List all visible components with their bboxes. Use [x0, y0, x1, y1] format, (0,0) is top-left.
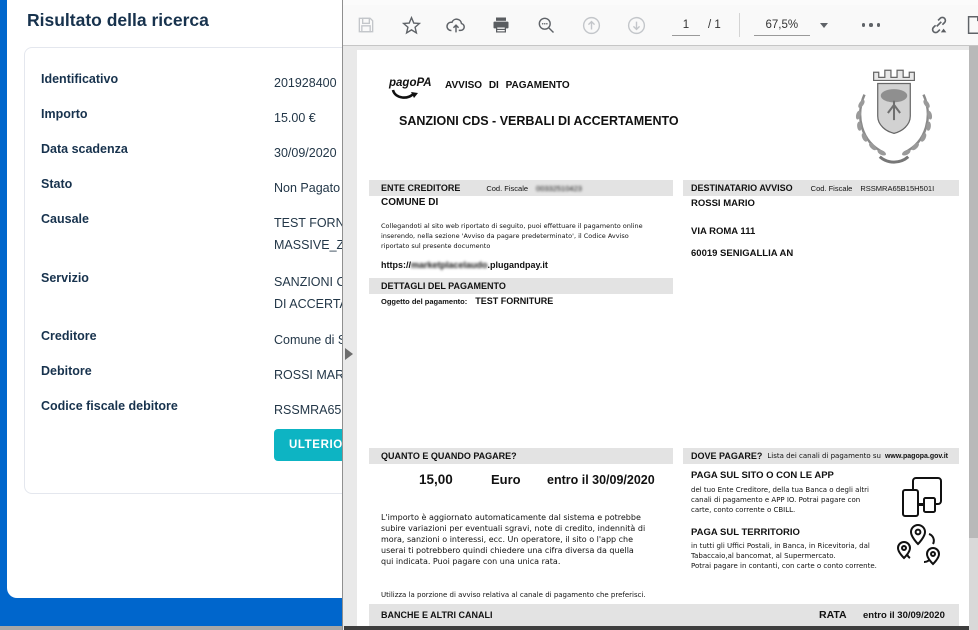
svg-text:pagoPA: pagoPA [388, 77, 432, 89]
toolbar-divider [739, 13, 740, 37]
paga-territorio-body: in tutti gli Uffici Postali, in Banca, i… [691, 541, 901, 571]
print-icon[interactable] [490, 14, 512, 36]
field-label: Servizio [41, 271, 274, 285]
destinatario-city: 60019 SENIGALLIA AN [691, 248, 793, 259]
oggetto-label: Oggetto del pagamento: [381, 297, 467, 306]
pdf-scrollbar-thumb[interactable] [969, 46, 978, 538]
field-label: Importo [41, 107, 274, 121]
field-value: Non Pagato [274, 177, 340, 199]
destinatario-cod-fiscale-value: RSSMRA65B15H501I [860, 184, 934, 193]
page-number-input[interactable]: 1 [672, 14, 700, 36]
section-bar-quanto: QUANTO E QUANDO PAGARE? [369, 448, 673, 464]
field-label: Creditore [41, 329, 274, 343]
pdf-toolbar: 1 / 1 67,5% [343, 5, 978, 46]
destinatario-name: ROSSI MARIO [691, 198, 755, 209]
search-icon[interactable] [535, 14, 557, 36]
rata-due-date: entro il 30/09/2020 [863, 610, 945, 621]
section-bar-dettagli: DETTAGLI DEL PAGAMENTO [369, 278, 673, 294]
pdf-next-section-edge [344, 626, 969, 630]
cod-fiscale-label: Cod. Fiscale [811, 184, 853, 193]
page-total-label: / 1 [708, 19, 721, 31]
pdf-scrollbar[interactable] [969, 46, 978, 630]
field-value: 30/09/2020 [274, 142, 337, 164]
section-label: DETTAGLI DEL PAGAMENTO [381, 281, 506, 291]
section-label: BANCHE E ALTRI CANALI [381, 610, 493, 620]
avviso-di-pagamento-label: AVVISO DI PAGAMENTO [445, 80, 570, 91]
destinatario-address: VIA ROMA 111 [691, 226, 755, 237]
field-label: Identificativo [41, 72, 274, 86]
window-bottom-edge [0, 626, 342, 630]
currency-label: Euro [491, 472, 521, 487]
due-date-label: entro il 30/09/2020 [547, 473, 655, 487]
more-options-icon[interactable] [862, 23, 881, 27]
ente-name: COMUNE DI [381, 197, 438, 208]
field-label: Codice fiscale debitore [41, 399, 274, 413]
section-label: QUANTO E QUANDO PAGARE? [381, 451, 517, 461]
section-bar-dove: DOVE PAGARE? Lista dei canali di pagamen… [683, 448, 959, 464]
oggetto-value: TEST FORNITURE [475, 296, 553, 306]
ente-instructions: Collegandoti al sito web riportato di se… [381, 221, 681, 251]
amount-value: 15,00 [419, 472, 453, 487]
pdf-page: pagoPA AVVISO DI PAGAMENTO SANZIONI CDS … [357, 50, 971, 626]
paga-territorio-title: PAGA SUL TERRITORIO [691, 527, 800, 538]
url-prefix: https:// [381, 260, 411, 270]
section-label: DESTINATARIO AVVISO [691, 183, 793, 193]
field-label: Stato [41, 177, 274, 191]
field-label: Data scadenza [41, 142, 274, 156]
bookmark-star-icon[interactable] [400, 14, 422, 36]
section-label: DOVE PAGARE? [691, 451, 762, 461]
share-link-icon[interactable] [928, 14, 950, 36]
cod-fiscale-label: Cod. Fiscale [486, 184, 528, 193]
previous-page-icon[interactable] [580, 14, 602, 36]
sidebar-expand-icon[interactable] [345, 348, 353, 360]
cloud-upload-icon[interactable] [445, 14, 467, 36]
pdf-viewer-window: 1 / 1 67,5% [342, 0, 978, 630]
devices-icon [899, 474, 945, 525]
channel-note: Utilizza la porzione di avviso relativa … [381, 590, 701, 600]
paga-sito-body: del tuo Ente Creditore, della tua Banca … [691, 485, 891, 515]
url-suffix: .plugandpay.it [488, 260, 548, 270]
section-bar-banche: BANCHE E ALTRI CANALI RATA entro il 30/0… [369, 604, 959, 626]
municipal-emblem [843, 56, 945, 175]
field-label: Causale [41, 212, 274, 226]
paga-sito-title: PAGA SUL SITO O CON LE APP [691, 470, 834, 481]
screen: Risultato della ricerca Identificativo 2… [0, 0, 978, 630]
field-label: Debitore [41, 364, 274, 378]
zoom-level-input[interactable]: 67,5% [754, 14, 810, 36]
page-title: Risultato della ricerca [27, 10, 209, 31]
field-value: 201928400 [274, 72, 337, 94]
map-pins-icon [893, 520, 943, 575]
pagopa-site-link[interactable]: www.pagopa.gov.it [885, 453, 948, 460]
section-bar-ente-creditore: ENTE CREDITORE Cod. Fiscale 00332510423 [369, 180, 673, 196]
next-page-icon[interactable] [625, 14, 647, 36]
url-masked-part: marketplacelaudo [411, 260, 488, 270]
payment-url[interactable]: https://marketplacelaudo.plugandpay.it [381, 260, 548, 270]
amount-disclaimer: L'importo è aggiornato automaticamente d… [381, 512, 681, 567]
section-bar-destinatario: DESTINATARIO AVVISO Cod. Fiscale RSSMRA6… [683, 180, 959, 196]
rata-label: RATA [819, 609, 847, 621]
document-title: SANZIONI CDS - VERBALI DI ACCERTAMENTO [399, 114, 679, 128]
pagopa-logo: pagoPA [387, 72, 439, 111]
signature-icon[interactable] [964, 14, 978, 36]
oggetto-row: Oggetto del pagamento: TEST FORNITURE [381, 296, 553, 306]
field-value: 15.00 € [274, 107, 316, 129]
dove-sub-label: Lista dei canali di pagamento su [767, 452, 881, 460]
save-icon[interactable] [355, 14, 377, 36]
pdf-viewport[interactable]: pagoPA AVVISO DI PAGAMENTO SANZIONI CDS … [343, 46, 978, 630]
section-label: ENTE CREDITORE [381, 183, 460, 193]
ente-cod-fiscale-value: 00332510423 [536, 184, 582, 193]
zoom-dropdown-caret-icon[interactable] [820, 23, 828, 28]
